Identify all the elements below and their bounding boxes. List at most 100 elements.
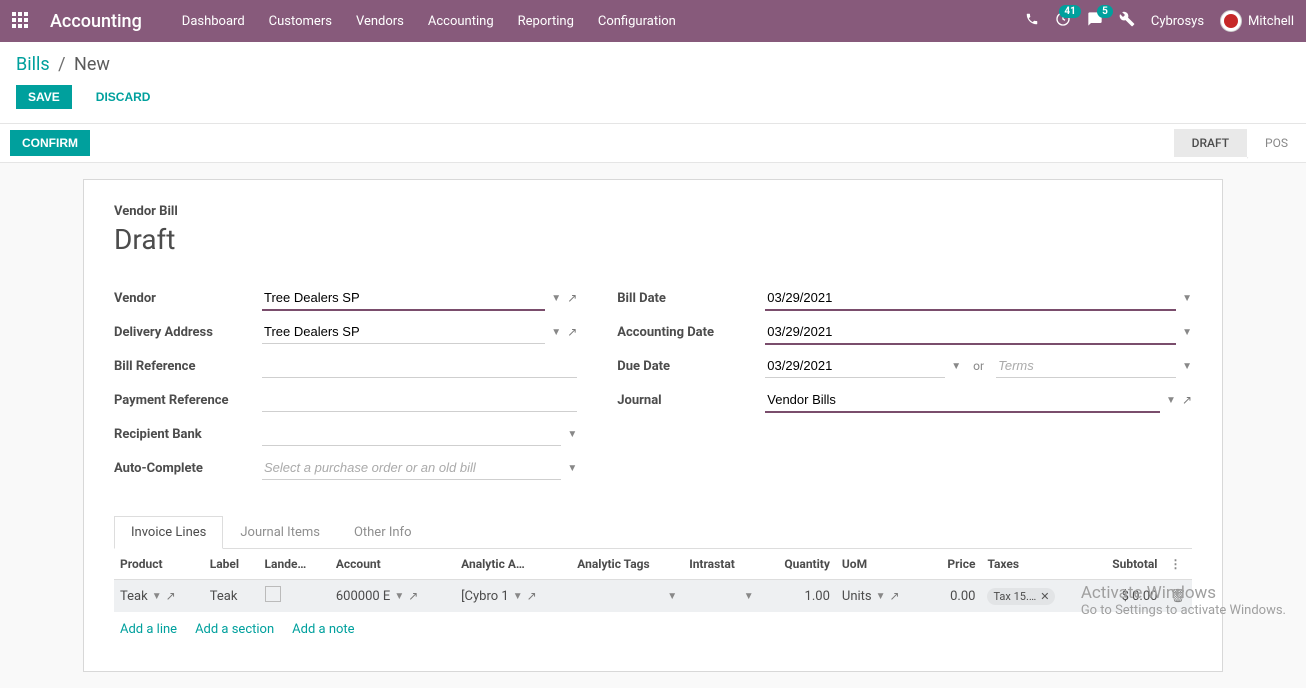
chevron-down-icon[interactable]: ▼: [951, 361, 961, 372]
th-product: Product: [114, 549, 204, 580]
external-link-icon[interactable]: ↗: [567, 291, 577, 305]
user-name: Mitchell: [1248, 14, 1294, 29]
user-menu[interactable]: Mitchell: [1220, 10, 1294, 32]
tab-journal-items[interactable]: Journal Items: [223, 516, 337, 549]
due-date-field[interactable]: [765, 354, 945, 378]
th-quantity: Quantity: [760, 549, 836, 580]
nav-dashboard[interactable]: Dashboard: [182, 14, 245, 29]
external-link-icon[interactable]: ↗: [408, 589, 418, 603]
cell-quantity[interactable]: 1.00: [805, 589, 830, 604]
tax-tag[interactable]: Tax 15.…✕: [987, 588, 1055, 605]
th-taxes: Taxes: [981, 549, 1087, 580]
breadcrumb-root[interactable]: Bills: [16, 54, 50, 75]
tab-other-info[interactable]: Other Info: [337, 516, 429, 549]
external-link-icon[interactable]: ↗: [567, 325, 577, 339]
vendor-field[interactable]: [262, 286, 545, 311]
chevron-down-icon[interactable]: ▼: [1182, 361, 1192, 372]
cell-analytic-account[interactable]: [Cybro 1: [461, 589, 509, 604]
label-bill-reference: Bill Reference: [114, 359, 262, 374]
label-accounting-date: Accounting Date: [617, 325, 765, 340]
bill-reference-field[interactable]: [262, 354, 577, 378]
nav-customers[interactable]: Customers: [269, 14, 332, 29]
chevron-down-icon[interactable]: ▼: [152, 591, 162, 602]
nav-reporting[interactable]: Reporting: [518, 14, 574, 29]
th-intrastat: Intrastat: [683, 549, 759, 580]
accounting-date-field[interactable]: [765, 320, 1176, 345]
bill-date-field[interactable]: [765, 286, 1176, 311]
discuss-icon[interactable]: 5: [1087, 11, 1103, 31]
label-vendor: Vendor: [114, 291, 262, 306]
company-name[interactable]: Cybrosys: [1151, 14, 1204, 29]
nav-configuration[interactable]: Configuration: [598, 14, 676, 29]
trash-icon[interactable]: 🗑: [1169, 589, 1186, 604]
th-landed: Lande…: [259, 549, 330, 580]
external-link-icon[interactable]: ↗: [1182, 393, 1192, 407]
label-recipient-bank: Recipient Bank: [114, 427, 262, 442]
journal-field[interactable]: [765, 388, 1160, 413]
cell-label[interactable]: Teak: [210, 589, 238, 604]
chevron-down-icon[interactable]: ▼: [551, 293, 561, 304]
table-row: Teak ▼ ↗ Teak 600000 E ▼ ↗ [Cybro 1 ▼ ↗ ▼ ▼ 1.…: [114, 580, 1192, 613]
terms-field[interactable]: [996, 354, 1176, 378]
chevron-down-icon[interactable]: ▼: [667, 591, 677, 602]
add-section-link[interactable]: Add a section: [195, 622, 274, 637]
payment-reference-field[interactable]: [262, 388, 577, 412]
th-uom: UoM: [836, 549, 928, 580]
chevron-down-icon[interactable]: ▼: [1166, 395, 1176, 406]
delivery-address-field[interactable]: [262, 320, 545, 344]
label-auto-complete: Auto-Complete: [114, 461, 262, 476]
external-link-icon[interactable]: ↗: [527, 589, 537, 603]
breadcrumb-current: New: [74, 54, 110, 75]
add-line-link[interactable]: Add a line: [120, 622, 177, 637]
th-subtotal: Subtotal: [1088, 549, 1164, 580]
cell-price[interactable]: 0.00: [950, 589, 975, 604]
debug-icon[interactable]: [1119, 11, 1135, 31]
status-posted[interactable]: POS: [1247, 129, 1306, 157]
save-button[interactable]: SAVE: [16, 85, 72, 109]
chevron-down-icon[interactable]: ▼: [744, 591, 754, 602]
chevron-down-icon[interactable]: ▼: [513, 591, 523, 602]
label-payment-reference: Payment Reference: [114, 393, 262, 408]
activity-icon[interactable]: 41: [1055, 11, 1071, 31]
add-note-link[interactable]: Add a note: [292, 622, 354, 637]
th-account: Account: [330, 549, 455, 580]
nav-vendors[interactable]: Vendors: [356, 14, 404, 29]
external-link-icon[interactable]: ↗: [166, 589, 176, 603]
activity-badge: 41: [1059, 5, 1080, 18]
discard-button[interactable]: DISCARD: [84, 85, 163, 109]
label-bill-date: Bill Date: [617, 291, 765, 306]
top-nav: Dashboard Customers Vendors Accounting R…: [182, 14, 1025, 29]
external-link-icon[interactable]: ↗: [890, 589, 900, 603]
label-delivery-address: Delivery Address: [114, 325, 262, 340]
confirm-button[interactable]: CONFIRM: [10, 130, 90, 156]
nav-accounting[interactable]: Accounting: [428, 14, 494, 29]
label-due-date: Due Date: [617, 359, 765, 374]
auto-complete-field[interactable]: [262, 456, 561, 480]
chevron-down-icon[interactable]: ▼: [551, 327, 561, 338]
th-analytic-account: Analytic A…: [455, 549, 571, 580]
chevron-down-icon[interactable]: ▼: [876, 591, 886, 602]
chevron-down-icon[interactable]: ▼: [567, 463, 577, 474]
tab-invoice-lines[interactable]: Invoice Lines: [114, 516, 223, 549]
chevron-down-icon[interactable]: ▼: [1182, 327, 1192, 338]
phone-icon[interactable]: [1025, 12, 1039, 30]
cell-uom[interactable]: Units: [842, 589, 872, 604]
status-steps: DRAFT POS: [1174, 129, 1306, 157]
tax-remove-icon[interactable]: ✕: [1040, 590, 1049, 603]
chevron-down-icon[interactable]: ▼: [1182, 293, 1192, 304]
discuss-badge: 5: [1097, 5, 1113, 18]
landed-checkbox[interactable]: [265, 586, 281, 602]
avatar-icon: [1220, 10, 1242, 32]
apps-icon[interactable]: [12, 12, 30, 30]
chevron-down-icon[interactable]: ▼: [567, 429, 577, 440]
chevron-down-icon[interactable]: ▼: [394, 591, 404, 602]
recipient-bank-field[interactable]: [262, 422, 561, 446]
status-draft[interactable]: DRAFT: [1174, 129, 1247, 157]
or-text: or: [973, 359, 984, 373]
app-title[interactable]: Accounting: [50, 11, 142, 32]
kebab-icon[interactable]: ⋮: [1169, 557, 1181, 571]
cell-product[interactable]: Teak: [120, 589, 148, 604]
form-title: Draft: [114, 223, 1192, 256]
th-label: Label: [204, 549, 259, 580]
cell-account[interactable]: 600000 E: [336, 589, 390, 604]
